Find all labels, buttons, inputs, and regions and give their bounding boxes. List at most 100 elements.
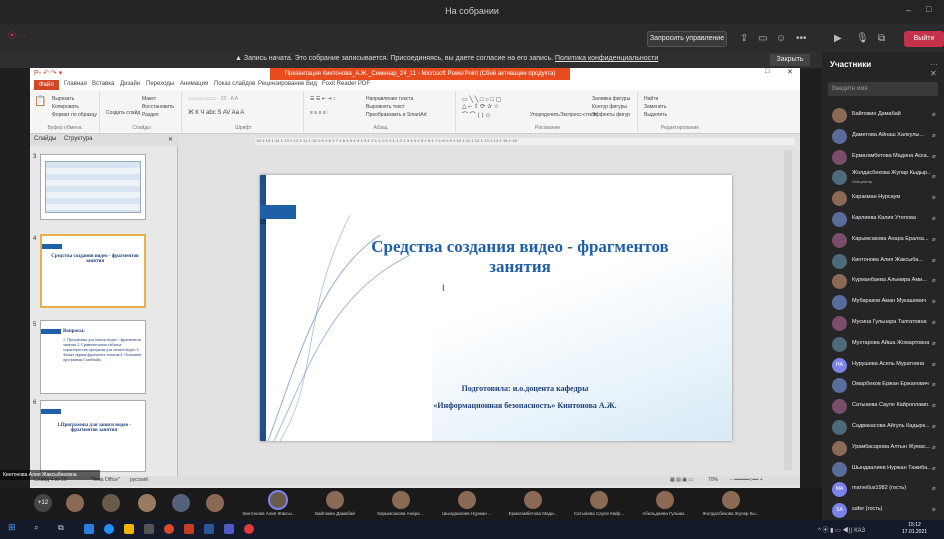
- video-tile[interactable]: Сатыаева Сауле Кайр...: [566, 488, 632, 520]
- tab-foxit[interactable]: Foxit Reader PDF: [322, 81, 370, 87]
- arrange-button[interactable]: Упорядочить: [530, 112, 560, 118]
- chat-icon[interactable]: ▭: [758, 33, 767, 44]
- shape-outline-button[interactable]: Контур фигуры: [592, 104, 627, 110]
- opera-icon[interactable]: [244, 524, 254, 534]
- select-button[interactable]: Выделить: [644, 112, 667, 118]
- slide-thumbnail-3[interactable]: [40, 154, 146, 220]
- copy-button[interactable]: Копировать: [52, 104, 79, 110]
- system-tray[interactable]: ^ ⦿ ▮ ▭ ◀)) КАЗ: [818, 525, 865, 534]
- smartart-button[interactable]: Преобразовать в SmartArt: [366, 112, 427, 118]
- banner-close-button[interactable]: Закрыть: [770, 54, 810, 66]
- privacy-link[interactable]: Политика конфиденциальности: [555, 55, 658, 62]
- tab-transitions[interactable]: Переходы: [146, 81, 174, 87]
- reactions-icon[interactable]: ☺: [776, 33, 786, 44]
- request-control-button[interactable]: Запросить управление: [647, 31, 727, 47]
- participant-row[interactable]: Даметова Айнаш Халкулы... ⌀: [822, 125, 944, 148]
- pane-close-icon[interactable]: ✕: [168, 136, 173, 143]
- participant-row[interactable]: Сатыаева Сауле Кайролламо... ⌀: [822, 395, 944, 418]
- video-tile[interactable]: Шындаалиев Нуржан ...: [434, 488, 500, 520]
- start-icon[interactable]: ⊞: [8, 522, 16, 533]
- maximize-icon[interactable]: □: [926, 4, 931, 14]
- participant-row[interactable]: Карымсакова Анара Ералха... ⌀: [822, 229, 944, 252]
- participant-avatar[interactable]: [66, 494, 84, 512]
- tab-slideshow[interactable]: Показ слайдов: [214, 81, 255, 87]
- participant-avatar[interactable]: [172, 494, 190, 512]
- participant-row[interactable]: Мусина Гульнара Талгатовна ⌀: [822, 312, 944, 335]
- minimize-icon[interactable]: –: [906, 5, 911, 15]
- share-screen-icon[interactable]: ⧉: [878, 33, 885, 44]
- powerpoint-icon[interactable]: [184, 524, 194, 534]
- participant-avatar[interactable]: [138, 494, 156, 512]
- share-icon[interactable]: ⇪: [740, 33, 748, 44]
- participant-row[interactable]: Шындаалиев Нуржан Тажиба... ⌀: [822, 458, 944, 481]
- slide-thumbnail-4[interactable]: Средства создания видео - фрагментов зан…: [40, 234, 146, 308]
- participant-row[interactable]: НА Нурушева Асель Муратовна ⌀: [822, 354, 944, 377]
- participant-row[interactable]: MA marvellus1982 (гость) ⌀: [822, 478, 944, 501]
- keyboard-language[interactable]: КАЗ: [854, 528, 865, 534]
- participant-row[interactable]: Урамбасарова Алтын Жумас... ⌀: [822, 437, 944, 460]
- slide-thumbnail-5[interactable]: Вопросы: 1. Программы для записи видео -…: [40, 320, 146, 394]
- participant-avatar[interactable]: [102, 494, 120, 512]
- leave-button[interactable]: Выйти: [904, 31, 944, 47]
- participant-row[interactable]: Мухтарова Айша Жомартовна ⌀: [822, 333, 944, 356]
- cut-button[interactable]: Вырезать: [52, 96, 74, 102]
- video-tile[interactable]: Карымсакова Анара ...: [368, 488, 434, 520]
- participant-row[interactable]: Ермагамбетова Мадина Аскa... ⌀: [822, 146, 944, 169]
- participant-row[interactable]: Каракман Нурсаум ⌀: [822, 187, 944, 210]
- tab-insert[interactable]: Вставка: [92, 81, 114, 87]
- participant-row[interactable]: Омарбеков Ержан Ержанович ⌀: [822, 374, 944, 397]
- participant-row[interactable]: SA safer (гость) ⌀: [822, 499, 944, 522]
- slide-thumbnail-6[interactable]: 1.Программы для записи видео - фрагменто…: [40, 400, 146, 472]
- participant-row[interactable]: Курманбаева Альмира Ами... ⌀: [822, 270, 944, 293]
- video-tile[interactable]: Жолдасбекова Жупар Кы...: [698, 488, 764, 520]
- new-slide-button[interactable]: Создать слайд: [106, 110, 140, 116]
- reset-button[interactable]: Восстановить: [142, 104, 174, 110]
- more-participants-button[interactable]: +12: [34, 494, 52, 512]
- video-tile[interactable]: Абильдаева Гульми...: [632, 488, 698, 520]
- mic-icon[interactable]: 🎙: [856, 33, 869, 44]
- zoom-slider[interactable]: − ━━━━━○━━ +: [730, 477, 763, 483]
- participant-row[interactable]: Кинтонова Алия Жаксыба... ⌀: [822, 250, 944, 273]
- participant-row[interactable]: Мубараков Аман Мукашевич ⌀: [822, 291, 944, 314]
- shape-fill-button[interactable]: Заливка фигуры: [592, 96, 630, 102]
- find-button[interactable]: Найти: [644, 96, 658, 102]
- participant-avatar[interactable]: [206, 494, 224, 512]
- list-icons[interactable]: ☰ ☰ ⇤ ⇥ ↕: [310, 96, 335, 102]
- participant-row[interactable]: Карлиева Калия Утепова ⌀: [822, 208, 944, 231]
- participant-search-input[interactable]: Введите имя: [828, 82, 938, 96]
- video-tile[interactable]: Кинтонова Алия Жаксы...: [236, 488, 302, 520]
- camera-icon[interactable]: ▶: [834, 33, 842, 44]
- format-painter-button[interactable]: Формат по образцу: [52, 112, 97, 118]
- participant-row[interactable]: Садвакасова Айгуль Кадырк... ⌀: [822, 416, 944, 439]
- tab-review[interactable]: Рецензирование: [258, 81, 304, 87]
- participant-row[interactable]: Жолдасбекова Жупар Кыдыр... Инициатор ⌀: [822, 166, 944, 189]
- shapes-gallery[interactable]: ▭ ╲ ╲ □ ○ □ ▢ △ ⌐ ⇧ ⟳ ✰ ☆ ⌒ ⌒ ⟨ ⟩ ✩: [462, 96, 501, 119]
- taskbar-app-icon[interactable]: [84, 524, 94, 534]
- font-name-field[interactable]: ▭▭▭▭▭▭ · 20 · A A: [188, 96, 238, 102]
- pane-tab-outline[interactable]: Структура: [64, 136, 92, 142]
- replace-button[interactable]: Заменить: [644, 104, 666, 110]
- video-tile[interactable]: Ермагамбетова Мади...: [500, 488, 566, 520]
- ppt-minimize-icon[interactable]: □: [765, 68, 769, 75]
- taskbar-clock[interactable]: 15:12 17.01.2021: [902, 522, 927, 536]
- chrome-icon[interactable]: [164, 524, 174, 534]
- tab-design[interactable]: Дизайн: [120, 81, 140, 87]
- more-options-icon[interactable]: •••: [796, 33, 807, 44]
- view-icons[interactable]: ▦ ▤ ▣ ▭: [670, 477, 693, 483]
- participant-row[interactable]: Байгожин Дамабай ⌀: [822, 104, 944, 127]
- panel-more-icon[interactable]: ··· ✕: [930, 60, 944, 78]
- tab-view[interactable]: Вид: [306, 81, 317, 87]
- edge-icon[interactable]: [104, 524, 114, 534]
- align-icons[interactable]: ≡ ≡ ≡ ≡ ⫶: [310, 110, 328, 116]
- shape-effects-button[interactable]: Эффекты фигур: [592, 112, 630, 118]
- explorer-icon[interactable]: [124, 524, 134, 534]
- store-icon[interactable]: [144, 524, 154, 534]
- vertical-scrollbar[interactable]: [784, 150, 792, 470]
- tab-animation[interactable]: Анимация: [180, 81, 208, 87]
- paste-icon[interactable]: 📋: [34, 96, 46, 107]
- font-format-icons[interactable]: Ж К Ч abc S AV Aa A: [188, 110, 244, 116]
- ppt-close-icon[interactable]: ✕: [787, 68, 793, 76]
- pane-tab-slides[interactable]: Слайды: [34, 136, 56, 142]
- search-icon[interactable]: ⌕: [34, 523, 38, 533]
- video-tile[interactable]: Байгожин Дамабай: [302, 488, 368, 520]
